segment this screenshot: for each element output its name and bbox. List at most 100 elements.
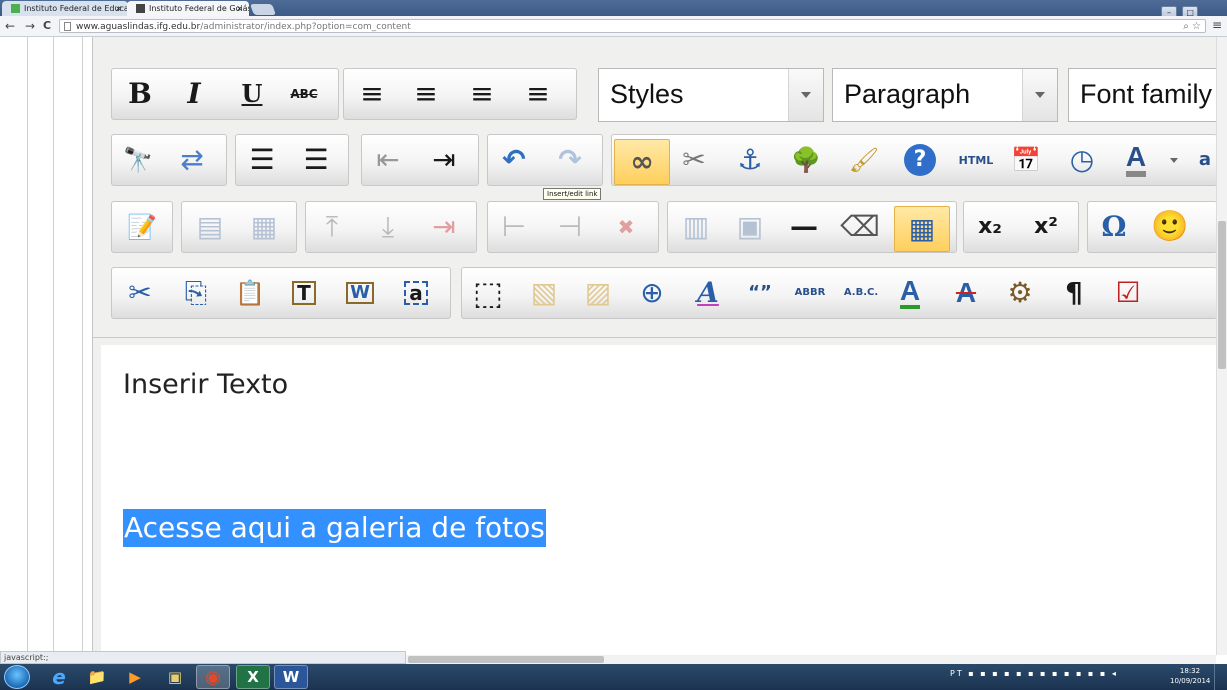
system-tray[interactable]: PT ▪ ▪ ▪ ▪ ▪ ▪ ▪ ▪ ▪ ▪ ▪ ▪ ◂ — [950, 669, 1118, 678]
anchor-button[interactable]: ⚓ — [730, 140, 770, 180]
acronym-button[interactable]: A.B.C. — [836, 273, 886, 313]
find-button[interactable]: 🔭 — [118, 140, 158, 180]
strikethrough-button[interactable]: ABC — [284, 74, 324, 114]
language-indicator[interactable]: PT — [950, 669, 964, 678]
indent-button[interactable]: ⇥ — [424, 140, 464, 180]
underline-button[interactable]: U — [232, 74, 272, 114]
split-cells-button[interactable]: ▥ — [676, 207, 716, 247]
tinymce-editor: B I U ABC ≡ ≡ ≡ ≡ Styles Paragraph Font … — [92, 37, 1216, 655]
chevron-down-icon[interactable] — [788, 69, 823, 121]
vertical-scrollbar[interactable] — [1216, 37, 1227, 655]
file-explorer-icon[interactable]: 📁 — [80, 665, 114, 689]
insert-layer-button[interactable]: ⬚ — [468, 273, 508, 313]
delete-row-button[interactable]: ⇥ — [424, 207, 464, 247]
program-icon[interactable]: ▣ — [158, 665, 192, 689]
redo-button[interactable]: ↷ — [550, 140, 590, 180]
reload-button[interactable]: C — [43, 18, 51, 34]
browser-menu-button[interactable]: ≡ — [1212, 18, 1222, 32]
media-player-icon[interactable]: ▶ — [118, 665, 152, 689]
scrollbar-thumb[interactable] — [1218, 221, 1226, 369]
show-blocks-button[interactable]: ¶ — [1054, 273, 1094, 313]
paste-word-button[interactable]: W — [340, 273, 380, 313]
show-desktop-button[interactable] — [1214, 664, 1227, 690]
delete-col-button[interactable]: ✖ — [606, 207, 646, 247]
html-button[interactable]: HTML — [952, 140, 1000, 180]
table-cell-props-button[interactable]: ▦ — [244, 207, 284, 247]
content-heading[interactable]: Inserir Texto — [123, 369, 288, 400]
visual-aid-button[interactable]: ▦ — [894, 206, 950, 252]
horizontal-rule-button[interactable]: — — [784, 207, 824, 247]
chevron-down-icon[interactable] — [1022, 69, 1057, 121]
cleanup-button[interactable]: 🖌 — [844, 140, 884, 180]
select-all-button[interactable]: a — [396, 273, 436, 313]
paste-text-button[interactable]: T — [284, 273, 324, 313]
style-props-button[interactable]: A — [688, 273, 728, 313]
bold-button[interactable]: B — [120, 74, 160, 114]
insert-date-button[interactable]: 📅 — [1006, 140, 1046, 180]
bullet-list-button[interactable]: ☰ — [242, 140, 282, 180]
excel-icon[interactable]: X — [236, 665, 270, 689]
non-breaking-button[interactable]: ☑ — [1108, 273, 1148, 313]
remove-format-button[interactable]: ⌫ — [840, 207, 880, 247]
editor-content[interactable]: Inserir Texto Acesse aqui a galeria de f… — [101, 345, 1216, 655]
attributes-button[interactable]: ⚙ — [1000, 273, 1040, 313]
scrollbar-thumb[interactable] — [408, 656, 604, 663]
zoom-star-icons[interactable]: ⌕ ☆ — [1183, 20, 1201, 34]
merge-cells-button[interactable]: ▣ — [730, 207, 770, 247]
chrome-icon[interactable]: ◉ — [196, 665, 230, 689]
start-button[interactable] — [4, 665, 30, 689]
paste-button[interactable]: 📋 — [230, 273, 270, 313]
cite-button[interactable]: “” — [740, 273, 780, 313]
clock[interactable]: 18:32 10/09/2014 — [1170, 666, 1210, 686]
insert-image-button[interactable]: 🌳 — [786, 140, 826, 180]
move-forward-button[interactable]: ▧ — [524, 273, 564, 313]
align-center-button[interactable]: ≡ — [406, 74, 446, 114]
subscript-button[interactable]: x₂ — [970, 207, 1010, 247]
italic-button[interactable]: I — [174, 74, 214, 114]
styles-dropdown[interactable]: Styles — [598, 68, 824, 122]
insert-link-button[interactable]: ∞ — [614, 139, 670, 185]
help-button[interactable]: ? — [900, 140, 940, 180]
align-right-button[interactable]: ≡ — [462, 74, 502, 114]
browser-tab-1[interactable]: Instituto Federal de Educa × — [2, 1, 128, 16]
new-tab-button[interactable] — [249, 4, 277, 15]
close-tab-icon[interactable]: × — [115, 1, 122, 16]
insertion-button[interactable]: A — [890, 273, 930, 313]
edit-table-button[interactable]: 📝 — [122, 207, 162, 247]
undo-button[interactable]: ↶ — [494, 140, 534, 180]
superscript-button[interactable]: x² — [1026, 207, 1066, 247]
align-justify-button[interactable]: ≡ — [518, 74, 558, 114]
forward-button[interactable]: → — [25, 18, 35, 34]
table-row-props-button[interactable]: ▤ — [190, 207, 230, 247]
emoticons-button[interactable]: 🙂 — [1150, 207, 1190, 247]
word-icon[interactable]: W — [274, 665, 308, 689]
format-dropdown[interactable]: Paragraph — [832, 68, 1058, 122]
insert-col-before-button[interactable]: ⊢ — [494, 207, 534, 247]
text-color-arrow[interactable] — [1162, 140, 1186, 180]
back-button[interactable]: ← — [5, 18, 15, 34]
align-left-button[interactable]: ≡ — [352, 74, 392, 114]
internet-explorer-icon[interactable]: e — [42, 665, 76, 689]
close-tab-icon[interactable]: × — [236, 1, 243, 16]
unlink-button[interactable]: ✂ — [674, 140, 714, 180]
browser-tab-2[interactable]: Instituto Federal de Goiás × — [127, 1, 249, 16]
numbered-list-button[interactable]: ☰ — [296, 140, 336, 180]
special-char-button[interactable]: Ω — [1094, 207, 1134, 247]
absolute-position-button[interactable]: ⊕ — [632, 273, 672, 313]
url-input[interactable]: www.aguaslindas.ifg.edu.br/administrator… — [59, 19, 1206, 33]
insert-row-before-button[interactable]: ⤒ — [312, 207, 352, 247]
font-family-dropdown[interactable]: Font family — [1068, 68, 1216, 122]
outdent-button[interactable]: ⇤ — [368, 140, 408, 180]
insert-row-after-button[interactable]: ⤓ — [368, 207, 408, 247]
text-color-button[interactable]: A — [1116, 140, 1156, 180]
insert-time-button[interactable]: ◷ — [1062, 140, 1102, 180]
replace-button[interactable]: ⇄ — [172, 140, 212, 180]
cut-button[interactable]: ✂ — [120, 273, 160, 313]
bg-color-button[interactable]: a — [1190, 140, 1216, 180]
abbr-button[interactable]: ABBR — [788, 273, 832, 313]
deletion-button[interactable]: A — [946, 273, 986, 313]
insert-col-after-button[interactable]: ⊣ — [550, 207, 590, 247]
selected-link-text[interactable]: Acesse aqui a galeria de fotos — [123, 509, 546, 547]
move-backward-button[interactable]: ▨ — [578, 273, 618, 313]
copy-button[interactable]: ⎘ — [176, 273, 216, 313]
